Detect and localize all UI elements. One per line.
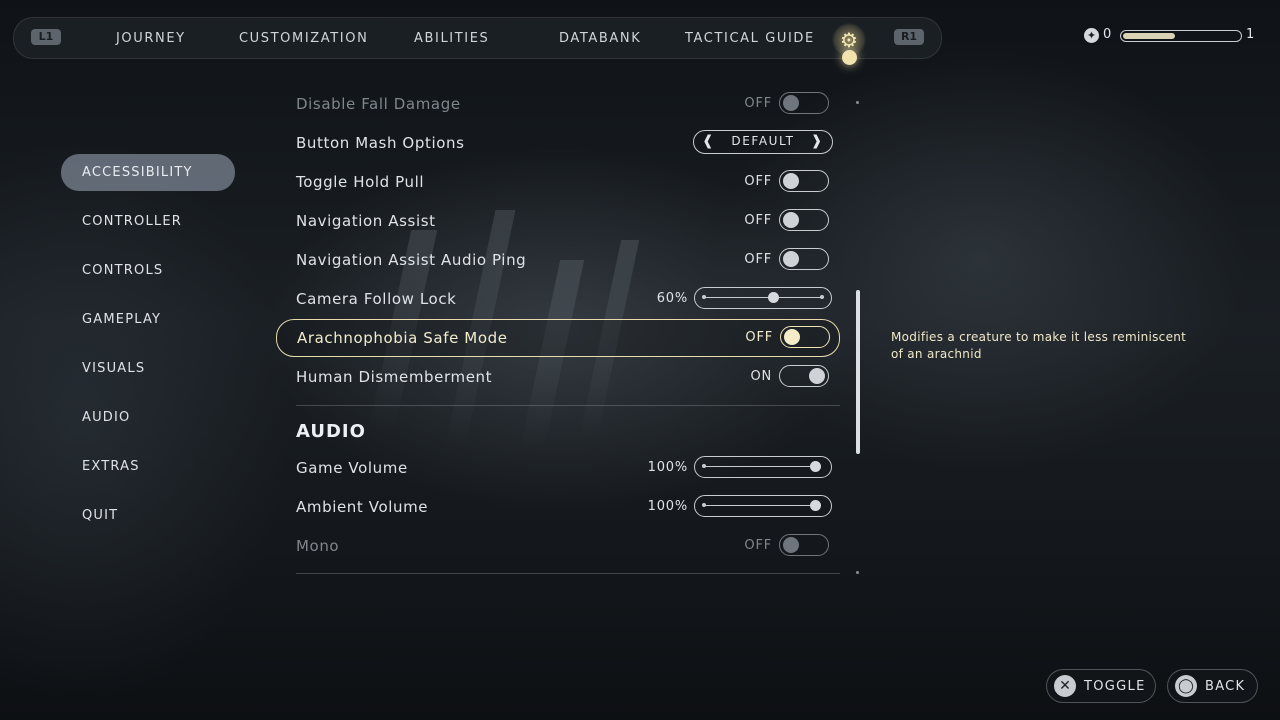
scrollbar-thumb[interactable] (856, 290, 860, 454)
toggle-switch[interactable] (780, 326, 830, 348)
toggle-knob (783, 95, 799, 111)
menu-item-visuals[interactable]: VISUALS (61, 350, 235, 387)
section-divider (296, 405, 840, 406)
menu-item-accessibility[interactable]: ACCESSIBILITY (61, 154, 235, 191)
setting-value: 100% (647, 460, 688, 475)
scrollbar-top-dot (856, 101, 859, 104)
setting-value: 100% (647, 499, 688, 514)
toggle-knob (783, 537, 799, 553)
setting-toggle-hold-pull[interactable]: Toggle Hold Pull OFF (276, 164, 840, 200)
setting-label: Navigation Assist Audio Ping (296, 251, 527, 269)
setting-label: Navigation Assist (296, 212, 436, 230)
toggle-knob (784, 329, 800, 345)
option-selector[interactable]: ❰ DEFAULT ❱ (693, 130, 833, 154)
arrow-left-icon[interactable]: ❰ (702, 131, 715, 152)
setting-label: Game Volume (296, 459, 408, 477)
slider[interactable] (694, 287, 832, 309)
slider-track (705, 297, 821, 298)
cross-button-icon: ✕ (1054, 675, 1076, 697)
l1-button-hint[interactable]: L1 (31, 29, 61, 45)
menu-item-controls[interactable]: CONTROLS (61, 252, 235, 289)
setting-description: Modifies a creature to make it less remi… (891, 330, 1187, 361)
setting-label: Arachnophobia Safe Mode (297, 329, 508, 347)
setting-label: Camera Follow Lock (296, 290, 457, 308)
toggle-button[interactable]: ✕ TOGGLE (1046, 669, 1156, 703)
skill-point-bar-fill (1123, 33, 1175, 39)
slider-thumb[interactable] (810, 461, 821, 472)
skill-point-bar (1120, 30, 1242, 42)
toggle-knob (783, 212, 799, 228)
menu-item-gameplay[interactable]: GAMEPLAY (61, 301, 235, 338)
setting-button-mash-options[interactable]: Button Mash Options ❰ DEFAULT ❱ (276, 125, 840, 161)
toggle-button-label: TOGGLE (1084, 679, 1146, 694)
slider-track (705, 466, 821, 467)
setting-value: OFF (744, 538, 772, 553)
setting-label: Disable Fall Damage (296, 95, 461, 113)
scrollbar-bottom-dot (856, 571, 859, 574)
active-tab-indicator (842, 50, 857, 65)
menu-item-quit[interactable]: QUIT (61, 497, 235, 534)
r1-button-hint[interactable]: R1 (894, 29, 924, 45)
slider-min-dot (702, 503, 706, 507)
top-nav-bar: L1 JOURNEY CUSTOMIZATION ABILITIES DATAB… (13, 17, 942, 59)
tab-customization[interactable]: CUSTOMIZATION (239, 31, 368, 46)
setting-navigation-assist[interactable]: Navigation Assist OFF (276, 203, 840, 239)
tab-tactical-guide[interactable]: TACTICAL GUIDE (685, 31, 815, 46)
toggle-switch[interactable] (779, 209, 829, 231)
tab-abilities[interactable]: ABILITIES (414, 31, 489, 46)
setting-mono[interactable]: Mono OFF (276, 528, 840, 564)
toggle-knob (783, 173, 799, 189)
setting-label: Mono (296, 537, 340, 555)
setting-disable-fall-damage[interactable]: Disable Fall Damage OFF (276, 86, 840, 122)
arrow-right-icon[interactable]: ❱ (811, 131, 824, 152)
setting-value: OFF (744, 252, 772, 267)
slider-track (705, 505, 821, 506)
slider-min-dot (702, 295, 706, 299)
slider-min-dot (702, 464, 706, 468)
section-title-audio: AUDIO (296, 421, 366, 442)
back-button[interactable]: ◯ BACK (1167, 669, 1258, 703)
setting-navigation-assist-audio-ping[interactable]: Navigation Assist Audio Ping OFF (276, 242, 840, 278)
toggle-switch[interactable] (779, 534, 829, 556)
setting-value: OFF (745, 330, 773, 345)
skill-point-next: 1 (1246, 27, 1255, 42)
circle-button-icon: ◯ (1175, 675, 1197, 697)
selector-value: DEFAULT (731, 134, 795, 148)
setting-label: Ambient Volume (296, 498, 429, 516)
toggle-switch[interactable] (779, 365, 829, 387)
slider-thumb[interactable] (810, 500, 821, 511)
setting-label: Human Dismemberment (296, 368, 493, 386)
toggle-switch[interactable] (779, 170, 829, 192)
setting-value: OFF (744, 96, 772, 111)
setting-human-dismemberment[interactable]: Human Dismemberment ON (276, 359, 840, 395)
menu-item-controller[interactable]: CONTROLLER (61, 203, 235, 240)
slider-max-dot (820, 295, 824, 299)
toggle-knob (783, 251, 799, 267)
slider[interactable] (694, 456, 832, 478)
menu-item-extras[interactable]: EXTRAS (61, 448, 235, 485)
setting-ambient-volume[interactable]: Ambient Volume 100% (276, 489, 840, 525)
setting-label: Button Mash Options (296, 134, 465, 152)
setting-game-volume[interactable]: Game Volume 100% (276, 450, 840, 486)
slider[interactable] (694, 495, 832, 517)
setting-value: OFF (744, 213, 772, 228)
menu-item-audio[interactable]: AUDIO (61, 399, 235, 436)
setting-value: ON (750, 369, 772, 384)
slider-thumb[interactable] (767, 292, 779, 303)
setting-arachnophobia-safe-mode[interactable]: Arachnophobia Safe Mode OFF (276, 319, 840, 357)
skill-point-current: 0 (1103, 27, 1112, 42)
setting-camera-follow-lock[interactable]: Camera Follow Lock 60% (276, 281, 840, 317)
toggle-switch[interactable] (779, 92, 829, 114)
toggle-knob (809, 368, 825, 384)
toggle-switch[interactable] (779, 248, 829, 270)
back-button-label: BACK (1205, 679, 1246, 694)
skill-point-icon: ✦ (1084, 28, 1099, 43)
list-bottom-divider (296, 573, 840, 574)
tab-journey[interactable]: JOURNEY (116, 31, 186, 46)
setting-value: OFF (744, 174, 772, 189)
tab-databank[interactable]: DATABANK (559, 31, 641, 46)
setting-label: Toggle Hold Pull (296, 173, 425, 191)
setting-value: 60% (656, 291, 688, 306)
